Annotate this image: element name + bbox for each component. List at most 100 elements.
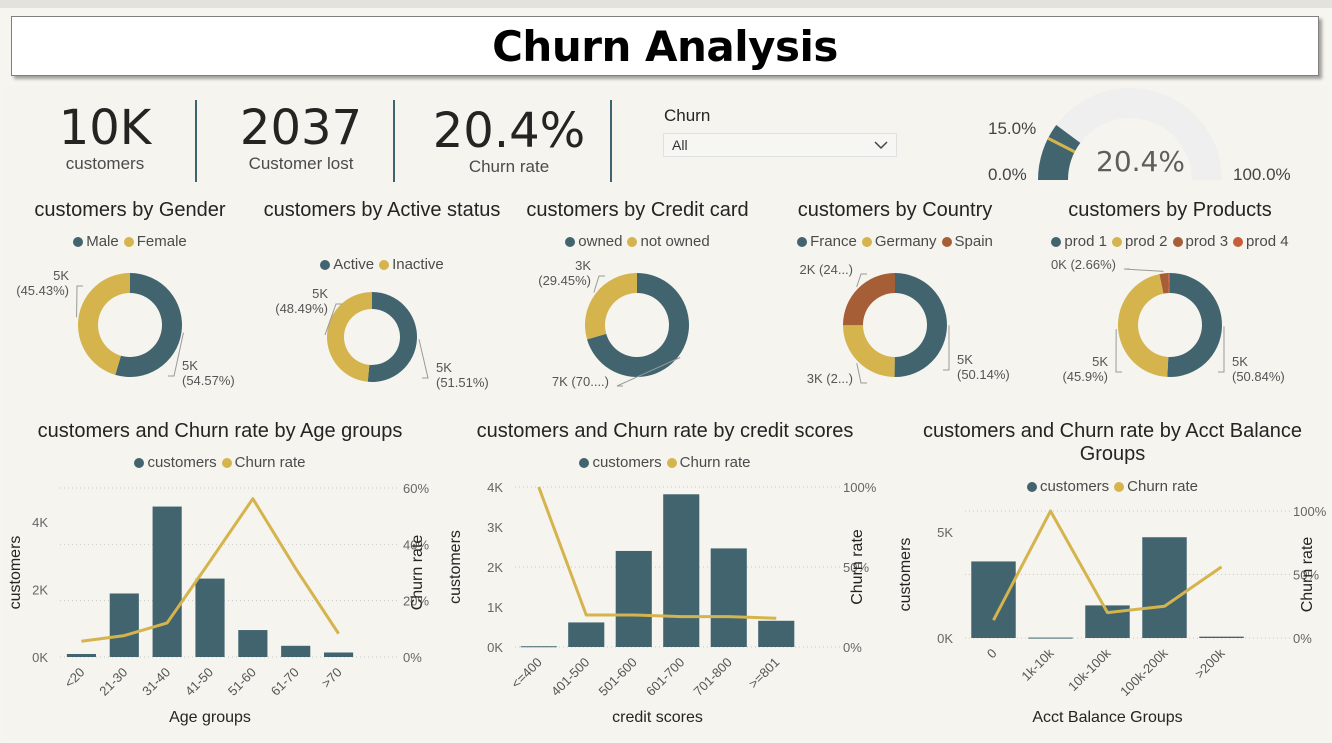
legend-item-prod-2[interactable]: prod 2: [1111, 233, 1168, 250]
donut-slice-france[interactable]: [894, 273, 948, 377]
data-label: 0K (2.66%): [1051, 257, 1116, 272]
donut-slice-prod-1[interactable]: [1167, 273, 1222, 377]
donut-slice-not-owned[interactable]: [585, 273, 637, 340]
bar-61-70[interactable]: [281, 645, 311, 657]
legend-item-prod-3[interactable]: prod 3: [1172, 233, 1228, 250]
bar-41-50[interactable]: [195, 578, 225, 657]
legend-item-not-owned[interactable]: not owned: [627, 233, 710, 250]
legend-label: customers: [592, 454, 662, 471]
legend-marker: [134, 457, 145, 468]
legend-item-churn-rate[interactable]: Churn rate: [221, 454, 306, 471]
x-axis-title: Acct Balance Groups: [1032, 709, 1182, 726]
x-tick-label: 701-800: [691, 655, 735, 699]
x-tick-label: >=801: [746, 655, 783, 692]
x-tick-label: 41-50: [182, 665, 216, 699]
y-tick-label: 0K: [937, 631, 953, 646]
y-axis-title: customers: [897, 538, 914, 612]
data-label: (51.51%): [436, 375, 489, 390]
donut-slice-active[interactable]: [367, 292, 417, 382]
bar-701-800[interactable]: [710, 548, 747, 647]
legend-marker: [123, 236, 134, 247]
x-tick-label: 61-70: [268, 665, 302, 699]
legend-item-churn-rate[interactable]: Churn rate: [666, 454, 751, 471]
x-tick-label: 1k-10k: [1018, 645, 1057, 684]
legend-item-germany[interactable]: Germany: [861, 233, 937, 250]
data-label: 5K: [1232, 354, 1248, 369]
y2-tick-label: 0%: [843, 640, 862, 655]
bar-21-30[interactable]: [109, 593, 139, 657]
churn-slicer-dropdown[interactable]: All: [663, 133, 897, 157]
legend-item-active[interactable]: Active: [320, 256, 374, 273]
bar-31-40[interactable]: [152, 506, 182, 657]
credit-score-combo-chart: 0%50%100%0K1K2K3K4K<=400 401-500 501-600 60…: [447, 480, 877, 726]
bar-801[interactable]: [758, 620, 795, 647]
legend-marker: [797, 236, 808, 247]
bar-1k-10k[interactable]: [1028, 637, 1073, 639]
x-tick-label: >200k: [1192, 645, 1228, 681]
legend-item-customers[interactable]: customers: [134, 454, 217, 471]
churn-rate-line[interactable]: [992, 509, 1223, 621]
bar-70[interactable]: [324, 652, 354, 657]
data-label: 5K: [957, 352, 973, 367]
legend-item-france[interactable]: France: [797, 233, 857, 250]
legend-item-owned[interactable]: owned: [565, 233, 622, 250]
legend-marker: [565, 236, 576, 247]
y2-axis-title: Churn rate: [1299, 537, 1316, 613]
bar-20[interactable]: [66, 653, 96, 657]
kpi-churn-label: Churn rate: [468, 157, 550, 176]
donut-slice-inactive[interactable]: [326, 292, 372, 382]
bar-51-60[interactable]: [238, 630, 268, 657]
creditcard-chart-legend: owned not owned: [505, 233, 770, 250]
bar-400[interactable]: [520, 646, 557, 648]
donut-slice-spain[interactable]: [843, 273, 895, 326]
y-tick-label: 2K: [32, 582, 48, 597]
y2-tick-label: 100%: [1293, 504, 1327, 519]
active-donut-chart: 5K(51.51%)5K(48.49%): [275, 286, 489, 390]
legend-label: Churn rate: [679, 454, 751, 471]
legend-label: Germany: [874, 233, 937, 250]
x-tick-label: 31-40: [139, 665, 173, 699]
legend-item-spain[interactable]: Spain: [941, 233, 993, 250]
bar-0[interactable]: [971, 561, 1016, 638]
bar-401-500[interactable]: [568, 622, 605, 647]
legend-item-female[interactable]: Female: [123, 233, 187, 250]
y2-axis-title: Churn rate: [409, 535, 426, 611]
title-banner: Churn Analysis: [11, 16, 1319, 76]
legend-label: customers: [147, 454, 217, 471]
legend-label: Active: [333, 256, 375, 273]
legend-marker: [379, 259, 390, 270]
legend-label: Female: [136, 233, 187, 250]
bar-501-600[interactable]: [615, 550, 652, 647]
kpi-churn-value: 20.4%: [432, 103, 586, 159]
donut-slice-prod-2[interactable]: [1118, 274, 1169, 377]
bar-100k-200k[interactable]: [1142, 537, 1187, 638]
legend-marker: [861, 236, 872, 247]
legend-marker: [941, 236, 952, 247]
donut-slice-germany[interactable]: [843, 325, 895, 377]
legend-item-inactive[interactable]: Inactive: [379, 256, 444, 273]
age-chart-title: customers and Churn rate by Age groups: [37, 420, 403, 442]
gender-donut-chart: 5K(54.57%)5K(45.43%): [16, 268, 235, 388]
data-label: 5K: [312, 286, 328, 301]
active-chart-title: customers by Active status: [263, 199, 501, 221]
legend-item-prod-1[interactable]: prod 1: [1051, 233, 1107, 250]
legend-marker: [627, 236, 638, 247]
y2-axis-title: Churn rate: [849, 529, 866, 605]
legend-item-prod-4[interactable]: prod 4: [1233, 233, 1289, 250]
x-tick-label: 100k-200k: [1117, 645, 1171, 699]
y-tick-label: 0K: [32, 650, 48, 665]
legend-label: Churn rate: [234, 454, 306, 471]
churn-slicer-value: All: [672, 137, 688, 153]
x-tick-label: <20: [61, 665, 87, 691]
gauge-target-label: 15.0%: [988, 119, 1037, 138]
data-label: 5K: [53, 268, 69, 283]
legend-item-male[interactable]: Male: [73, 233, 119, 250]
bar-200k[interactable]: [1199, 636, 1244, 638]
legend-item-customers[interactable]: customers: [579, 454, 662, 471]
country-donut-chart: 5K(50.14%) 3K (2...) 2K (24...): [800, 262, 1010, 386]
legend-marker: [1111, 236, 1122, 247]
bar-601-700[interactable]: [663, 494, 700, 647]
legend-label: prod 1: [1064, 233, 1107, 250]
x-tick-label: 51-60: [225, 665, 259, 699]
country-chart-legend: France Germany Spain: [775, 233, 1015, 250]
